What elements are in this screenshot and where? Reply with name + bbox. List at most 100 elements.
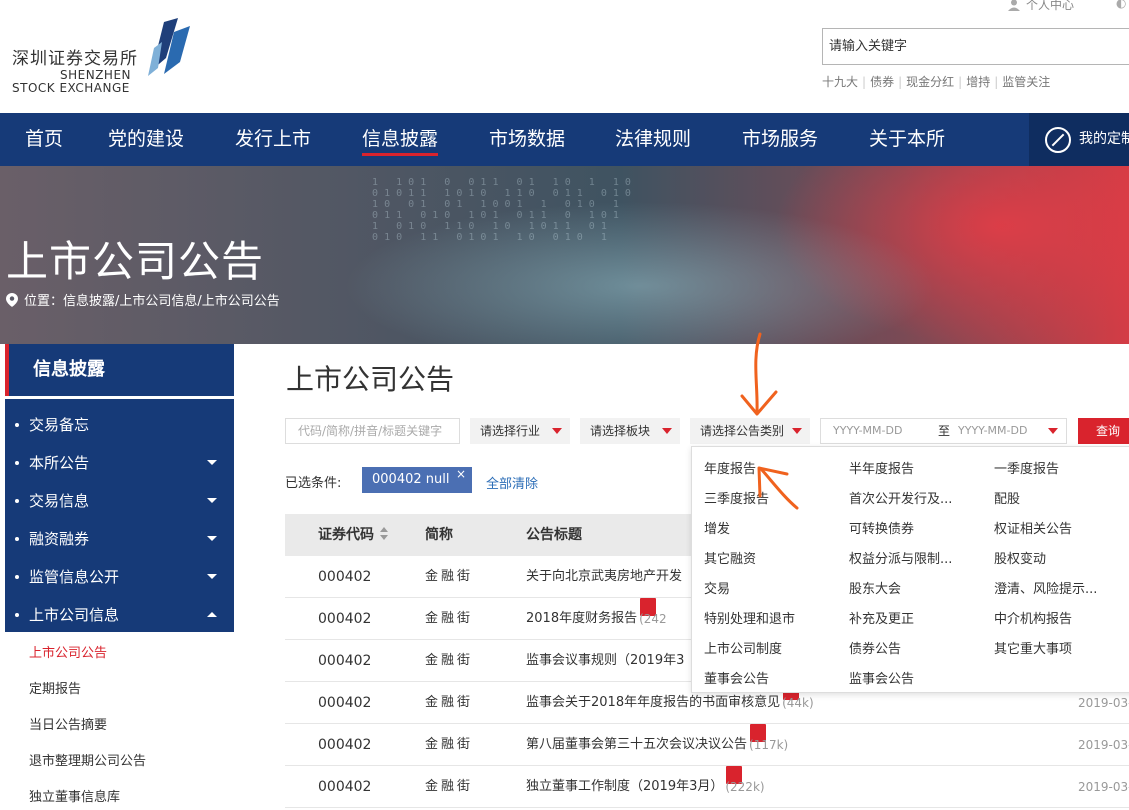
date-to-label: 至 [938, 424, 951, 438]
category-option[interactable]: 其它重大事项 [994, 638, 1072, 657]
category-option[interactable]: 债券公告 [849, 638, 901, 657]
sidebar-item-label: 融资融券 [29, 530, 90, 548]
sub-item-listed-announcements[interactable]: 上市公司公告 [29, 642, 107, 661]
sidebar-item-trading-info[interactable]: 交易信息 [5, 482, 234, 520]
logo-en-text-1: SHENZHEN [60, 68, 132, 82]
globe-icon[interactable]: ◐ [1116, 0, 1126, 10]
sidebar-header-text: 信息披露 [33, 359, 105, 380]
sub-item-daily-summary[interactable]: 当日公告摘要 [29, 714, 107, 733]
caret-down-icon [662, 428, 672, 434]
row-code: 000402 [318, 695, 372, 711]
category-option[interactable]: 股东大会 [849, 578, 901, 597]
row-title-link[interactable]: 监事会关于2018年年度报告的书面审核意见 [526, 695, 780, 710]
sidebar-item-regulatory-info[interactable]: 监管信息公开 [5, 558, 234, 596]
row-title-link[interactable]: 关于向北京武夷房地产开发 [526, 556, 682, 598]
row-title-link[interactable]: 第八届董事会第三十五次会议决议公告 [526, 737, 747, 752]
hot-link[interactable]: 现金分红 [906, 75, 954, 89]
sub-item-periodic-reports[interactable]: 定期报告 [29, 678, 81, 697]
hot-links: 十九大 | 债券 | 现金分红 | 增持 | 监管关注 [822, 73, 1050, 90]
sub-item-independent-directors[interactable]: 独立董事信息库 [29, 786, 120, 805]
clear-all-link[interactable]: 全部清除 [486, 473, 538, 492]
sidebar-submenu: 上市公司公告 定期报告 当日公告摘要 退市整理期公司公告 独立董事信息库 [5, 632, 234, 810]
keyword-input[interactable] [286, 419, 459, 443]
end-date-input[interactable]: YYYY-MM-DD [958, 419, 1027, 443]
sidebar-item-margin-trading[interactable]: 融资融券 [5, 520, 234, 558]
category-option[interactable]: 年度报告 [704, 458, 756, 477]
column-header-code[interactable]: 证券代码 [318, 514, 388, 556]
chip-text: 000402 null [372, 472, 450, 487]
search-input[interactable] [823, 29, 1129, 64]
category-option[interactable]: 权证相关公告 [994, 518, 1072, 537]
sort-icon[interactable] [380, 527, 388, 541]
industry-select[interactable]: 请选择行业 [470, 418, 570, 444]
nav-rules[interactable]: 法律规则 [615, 113, 691, 166]
breadcrumb-text[interactable]: 位置：信息披露/上市公司信息/上市公司公告 [24, 294, 280, 309]
category-option[interactable]: 增发 [704, 518, 730, 537]
sidebar-item-label: 交易备忘 [29, 416, 90, 434]
category-option[interactable]: 可转换债券 [849, 518, 914, 537]
category-option[interactable]: 澄清、风险提示... [994, 578, 1097, 597]
category-option[interactable]: 交易 [704, 578, 730, 597]
logo-cn-text: 深圳证券交易所 [12, 49, 138, 69]
hot-link[interactable]: 债券 [870, 75, 894, 89]
category-option[interactable]: 半年度报告 [849, 458, 914, 477]
my-custom-button[interactable]: 我的定制 [1029, 113, 1129, 166]
category-option[interactable]: 特别处理和退市 [704, 608, 795, 627]
category-option[interactable]: 中介机构报告 [994, 608, 1072, 627]
category-option[interactable]: 首次公开发行及... [849, 488, 952, 507]
nav-market-data[interactable]: 市场数据 [489, 113, 565, 166]
hot-link[interactable]: 十九大 [822, 75, 858, 89]
category-option[interactable]: 董事会公告 [704, 668, 769, 687]
bullet-icon [15, 537, 19, 541]
category-dropdown: 年度报告 半年度报告 一季度报告 三季度报告 首次公开发行及... 配股 增发 … [691, 446, 1129, 693]
hot-link[interactable]: 监管关注 [1002, 75, 1050, 89]
search-box [822, 28, 1129, 65]
category-option[interactable]: 股权变动 [994, 548, 1046, 567]
category-option[interactable]: 补充及更正 [849, 608, 914, 627]
category-option[interactable]: 一季度报告 [994, 458, 1059, 477]
sidebar-item-trading-memo[interactable]: 交易备忘 [5, 406, 234, 444]
bullet-icon [15, 423, 19, 427]
page-banner: 1 1 0 1 0 0 1 1 0 1 1 0 1 1 0 0 1 0 1 1 … [0, 166, 1129, 344]
row-title-link[interactable]: 独立董事工作制度（2019年3月） [526, 779, 723, 794]
file-size: (222k) [725, 780, 765, 794]
sidebar-item-label: 本所公告 [29, 454, 90, 472]
category-option[interactable]: 监事会公告 [849, 668, 914, 687]
top-utility: 个人中心 ◐ [1008, 0, 1126, 13]
row-title-link[interactable]: 监事会议事规则（2019年3 [526, 640, 684, 682]
personal-center-link[interactable]: 个人中心 [1026, 0, 1074, 12]
szse-logo[interactable]: 深圳证券交易所 SHENZHEN STOCK EXCHANGE [12, 18, 202, 98]
board-select[interactable]: 请选择板块 [580, 418, 680, 444]
category-option[interactable]: 三季度报告 [704, 488, 769, 507]
category-select[interactable]: 请选择公告类别 [690, 418, 810, 444]
close-icon[interactable]: × [456, 461, 466, 487]
banner-title: 上市公司公告 [6, 237, 265, 286]
row-date: 2019-03- [1078, 738, 1129, 752]
file-size: (242 [639, 612, 667, 626]
date-range-picker[interactable]: YYYY-MM-DD 至 YYYY-MM-DD [820, 418, 1067, 444]
nav-home[interactable]: 首页 [25, 113, 63, 166]
nav-listing[interactable]: 发行上市 [235, 113, 311, 166]
nav-party[interactable]: 党的建设 [108, 113, 184, 166]
category-option[interactable]: 配股 [994, 488, 1020, 507]
sub-item-delisting[interactable]: 退市整理期公司公告 [29, 750, 146, 769]
query-button[interactable]: 查询 [1078, 418, 1129, 444]
category-option[interactable]: 其它融资 [704, 548, 756, 567]
chevron-up-icon [207, 612, 217, 617]
nav-disclosure[interactable]: 信息披露 [362, 113, 439, 166]
start-date-input[interactable]: YYYY-MM-DD [833, 419, 902, 443]
separator: | [862, 75, 867, 89]
category-option[interactable]: 上市公司制度 [704, 638, 782, 657]
custom-icon [1045, 127, 1071, 153]
category-option[interactable]: 权益分派与限制... [849, 548, 952, 567]
chevron-down-icon [207, 460, 217, 465]
sidebar-item-listed-company-info[interactable]: 上市公司信息 [5, 596, 234, 634]
hot-link[interactable]: 增持 [966, 75, 990, 89]
sidebar-item-exchange-notices[interactable]: 本所公告 [5, 444, 234, 482]
nav-about[interactable]: 关于本所 [869, 113, 945, 166]
row-title-link[interactable]: 2018年度财务报告 [526, 611, 637, 626]
banner-decoration: 1 1 0 1 0 0 1 1 0 1 1 0 1 1 0 0 1 0 1 1 … [372, 177, 631, 243]
nav-services[interactable]: 市场服务 [742, 113, 818, 166]
file-size: (117k) [749, 738, 789, 752]
sidebar-item-label: 交易信息 [29, 492, 90, 510]
